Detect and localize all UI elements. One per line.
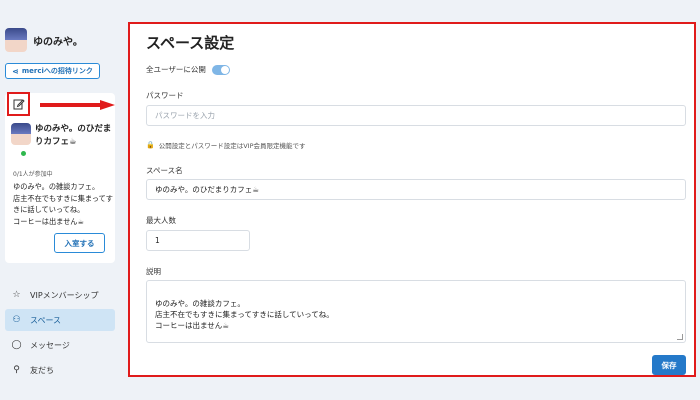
annotation-arrow-icon — [40, 100, 115, 110]
chat-icon: ◯ — [11, 340, 22, 350]
vip-note-text: 公開設定とパスワード設定はVIP会員限定機能です — [158, 142, 306, 150]
password-input[interactable]: パスワードを入力 — [146, 105, 686, 126]
public-toggle[interactable] — [211, 64, 230, 75]
sidebar: ゆのみや。 ⋖ merciへの招待リンク ゆのみや。のひだまりカフェ☕ 0/1人… — [0, 0, 122, 400]
space-avatar — [11, 123, 31, 145]
space-card-title: ゆのみや。のひだまりカフェ☕ — [35, 124, 112, 147]
resize-handle[interactable] — [677, 334, 683, 340]
people-icon: ⚇ — [12, 315, 21, 325]
lock-icon: 🔒 — [146, 141, 155, 149]
public-setting-row: 全ユーザーに公開 — [146, 64, 230, 75]
space-card: ゆのみや。のひだまりカフェ☕ 0/1人が参加中 ゆのみや。の雑談カフェ。 店主不… — [5, 93, 115, 263]
max-people-label: 最大人数 — [146, 216, 176, 225]
max-people-input[interactable]: 1 — [146, 230, 250, 251]
nav-label: 友だち — [30, 365, 54, 375]
space-settings-panel: スペース設定 全ユーザーに公開 パスワード パスワードを入力 🔒 公開設定とパス… — [128, 22, 696, 377]
online-status-dot — [21, 151, 26, 156]
member-count: 0/1人が参加中 — [13, 171, 53, 178]
add-friend-icon: ⚲ — [13, 365, 20, 375]
space-card-description: ゆのみや。の雑談カフェ。 店主不在でもすきに集まってすきに話していってね。 コー… — [13, 182, 113, 226]
user-header[interactable]: ゆのみや。 — [5, 28, 83, 52]
nav-label: メッセージ — [30, 340, 70, 350]
enter-room-button[interactable]: 入室する — [54, 233, 105, 253]
password-label: パスワード — [146, 91, 184, 100]
nav-item-vip[interactable]: ☆ VIPメンバーシップ — [5, 284, 115, 306]
space-name-label: スペース名 — [146, 166, 183, 175]
nav-item-messages[interactable]: ◯ メッセージ — [5, 334, 115, 356]
save-button[interactable]: 保存 — [652, 355, 686, 375]
nav-item-space[interactable]: ⚇ スペース — [5, 309, 115, 331]
invite-link-button[interactable]: ⋖ merciへの招待リンク — [5, 63, 100, 79]
vip-note: 🔒 公開設定とパスワード設定はVIP会員限定機能です — [146, 140, 306, 150]
invite-link-label: merciへの招待リンク — [21, 67, 93, 75]
public-label: 全ユーザーに公開 — [146, 65, 206, 74]
nav-item-friends[interactable]: ⚲ 友だち — [5, 359, 115, 381]
page-title: スペース設定 — [146, 34, 235, 52]
edit-icon — [13, 99, 25, 110]
sidebar-nav: ☆ VIPメンバーシップ ⚇ スペース ◯ メッセージ ⚲ 友だち — [5, 284, 115, 384]
edit-space-button[interactable] — [7, 92, 30, 116]
avatar — [5, 28, 27, 52]
description-textarea[interactable]: ゆのみや。の雑談カフェ。 店主不在でもすきに集まってすきに話していってね。 コー… — [146, 280, 686, 343]
description-label: 説明 — [146, 267, 161, 276]
star-icon: ☆ — [12, 290, 21, 300]
nav-label: スペース — [30, 315, 62, 325]
description-text: ゆのみや。の雑談カフェ。 店主不在でもすきに集まってすきに話していってね。 コー… — [155, 299, 334, 330]
space-card-header: ゆのみや。のひだまりカフェ☕ — [11, 123, 115, 149]
nav-label: VIPメンバーシップ — [30, 290, 99, 300]
space-name-input[interactable]: ゆのみや。のひだまりカフェ☕ — [146, 179, 686, 200]
user-name: ゆのみや。 — [33, 36, 83, 48]
share-icon: ⋖ — [12, 66, 19, 76]
